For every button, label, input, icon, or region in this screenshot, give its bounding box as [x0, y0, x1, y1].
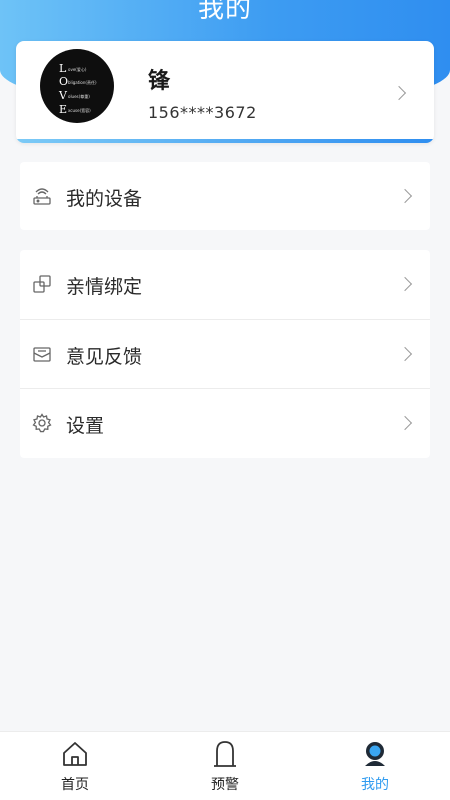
tab-label: 首页	[61, 777, 89, 793]
router-icon	[32, 186, 52, 206]
tab-label: 预警	[211, 777, 239, 793]
gear-icon	[32, 413, 52, 433]
avatar-caption-4: xcuse(宽容)	[68, 107, 91, 113]
chevron-right-icon	[397, 415, 413, 431]
profile-name: 锋	[148, 69, 171, 94]
avatar-letter-o: O	[59, 75, 68, 88]
profile-card-accent-line	[16, 139, 434, 143]
menu-item-family-binding[interactable]: 亲情绑定	[20, 250, 430, 319]
menu-item-settings[interactable]: 设置	[20, 388, 430, 457]
link-squares-icon	[32, 274, 52, 294]
tombstone-icon	[210, 739, 240, 769]
bottom-tab-bar: 首页 预警 我的	[0, 731, 450, 800]
tab-home[interactable]: 首页	[0, 732, 150, 800]
envelope-icon	[32, 344, 52, 364]
home-icon	[60, 739, 90, 769]
avatar-letter-e: E	[59, 103, 67, 116]
page-title: 我的	[197, 0, 252, 24]
chevron-right-icon	[391, 85, 407, 101]
avatar-letter-l: L	[59, 62, 67, 75]
profile-card[interactable]: L O V E ove(爱心) bligation(责任) olues(尊重) …	[16, 41, 434, 143]
menu-item-label: 我的设备	[66, 188, 143, 210]
chevron-right-icon	[397, 276, 413, 292]
menu-item-label: 意见反馈	[66, 346, 143, 368]
avatar-caption-2: bligation(责任)	[68, 79, 97, 85]
menu-item-label: 设置	[66, 415, 105, 437]
tab-warning[interactable]: 预警	[150, 732, 300, 800]
menu-item-label: 亲情绑定	[66, 276, 143, 298]
chevron-right-icon	[397, 346, 413, 362]
menu-group-device: 我的设备	[20, 162, 430, 230]
menu-item-my-device[interactable]: 我的设备	[20, 162, 430, 231]
avatar-letter-v: V	[58, 89, 68, 102]
tab-mine[interactable]: 我的	[300, 732, 450, 800]
chevron-right-icon	[397, 188, 413, 204]
avatar: L O V E ove(爱心) bligation(责任) olues(尊重) …	[40, 49, 114, 123]
tab-label: 我的	[361, 777, 389, 793]
user-icon	[360, 739, 390, 769]
menu-group-main: 亲情绑定 意见反馈 设置	[20, 250, 430, 458]
avatar-caption-3: olues(尊重)	[68, 93, 90, 99]
avatar-caption-1: ove(爱心)	[68, 66, 87, 72]
menu-item-feedback[interactable]: 意见反馈	[20, 319, 430, 388]
profile-phone: 156****3672	[148, 103, 257, 122]
